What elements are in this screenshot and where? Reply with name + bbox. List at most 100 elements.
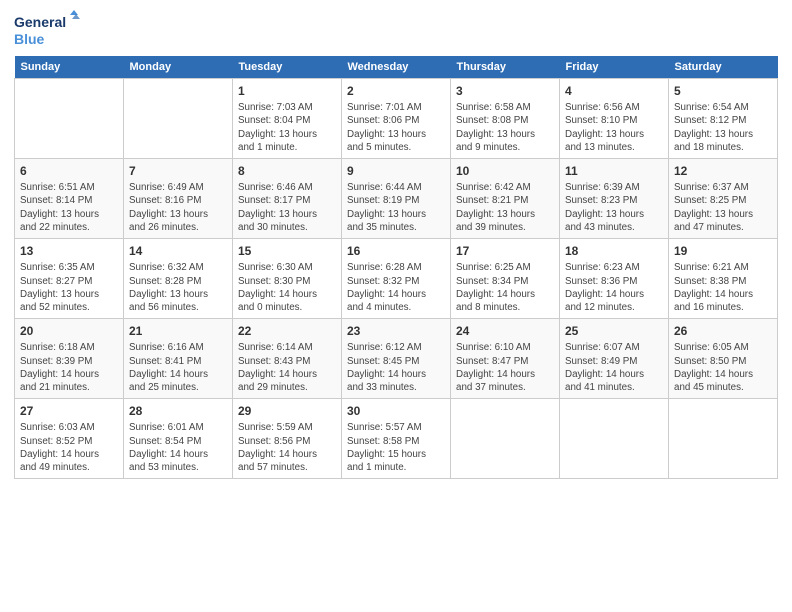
cell-info: Sunrise: 6:10 AM Sunset: 8:47 PM Dayligh… bbox=[456, 341, 554, 394]
day-number: 13 bbox=[20, 243, 118, 259]
calendar-cell: 29 Sunrise: 5:59 AM Sunset: 8:56 PM Dayli… bbox=[233, 399, 342, 479]
calendar-cell bbox=[560, 399, 669, 479]
cell-info: Sunrise: 6:14 AM Sunset: 8:43 PM Dayligh… bbox=[238, 341, 336, 394]
day-number: 17 bbox=[456, 243, 554, 259]
calendar-body: 1 Sunrise: 7:03 AM Sunset: 8:04 PM Daylig… bbox=[15, 79, 778, 479]
day-number: 18 bbox=[565, 243, 663, 259]
day-number: 3 bbox=[456, 83, 554, 99]
cell-info: Sunrise: 6:16 AM Sunset: 8:41 PM Dayligh… bbox=[129, 341, 227, 394]
calendar-cell: 1 Sunrise: 7:03 AM Sunset: 8:04 PM Daylig… bbox=[233, 79, 342, 159]
cell-info: Sunrise: 7:01 AM Sunset: 8:06 PM Dayligh… bbox=[347, 101, 445, 154]
calendar-cell: 16Sunrise: 6:28 AM Sunset: 8:32 PM Dayli… bbox=[342, 239, 451, 319]
calendar-cell: 4 Sunrise: 6:56 AM Sunset: 8:10 PM Daylig… bbox=[560, 79, 669, 159]
cell-info: Sunrise: 6:05 AM Sunset: 8:50 PM Dayligh… bbox=[674, 341, 772, 394]
cell-info: Sunrise: 7:03 AM Sunset: 8:04 PM Dayligh… bbox=[238, 101, 336, 154]
cell-info: Sunrise: 6:25 AM Sunset: 8:34 PM Dayligh… bbox=[456, 261, 554, 314]
header-cell-wednesday: Wednesday bbox=[342, 56, 451, 79]
calendar-cell: 23 Sunrise: 6:12 AM Sunset: 8:45 PM Dayli… bbox=[342, 319, 451, 399]
day-number: 6 bbox=[20, 163, 118, 179]
calendar-cell: 10 Sunrise: 6:42 AM Sunset: 8:21 PM Dayli… bbox=[451, 159, 560, 239]
cell-info: Sunrise: 6:49 AM Sunset: 8:16 PM Dayligh… bbox=[129, 181, 227, 234]
cell-info: Sunrise: 6:39 AM Sunset: 8:23 PM Dayligh… bbox=[565, 181, 663, 234]
calendar-cell: 12Sunrise: 6:37 AM Sunset: 8:25 PM Dayli… bbox=[669, 159, 778, 239]
day-number: 11 bbox=[565, 163, 663, 179]
calendar-cell: 15Sunrise: 6:30 AM Sunset: 8:30 PM Dayli… bbox=[233, 239, 342, 319]
header-cell-thursday: Thursday bbox=[451, 56, 560, 79]
cell-info: Sunrise: 6:35 AM Sunset: 8:27 PM Dayligh… bbox=[20, 261, 118, 314]
cell-info: Sunrise: 6:46 AM Sunset: 8:17 PM Dayligh… bbox=[238, 181, 336, 234]
cell-info: Sunrise: 6:58 AM Sunset: 8:08 PM Dayligh… bbox=[456, 101, 554, 154]
calendar-week-2: 6 Sunrise: 6:51 AM Sunset: 8:14 PM Daylig… bbox=[15, 159, 778, 239]
day-number: 8 bbox=[238, 163, 336, 179]
cell-info: Sunrise: 6:07 AM Sunset: 8:49 PM Dayligh… bbox=[565, 341, 663, 394]
logo-svg: General Blue bbox=[14, 10, 84, 50]
header-cell-monday: Monday bbox=[124, 56, 233, 79]
day-number: 12 bbox=[674, 163, 772, 179]
calendar-cell: 6 Sunrise: 6:51 AM Sunset: 8:14 PM Daylig… bbox=[15, 159, 124, 239]
calendar-cell: 27Sunrise: 6:03 AM Sunset: 8:52 PM Dayli… bbox=[15, 399, 124, 479]
cell-info: Sunrise: 6:12 AM Sunset: 8:45 PM Dayligh… bbox=[347, 341, 445, 394]
cell-info: Sunrise: 6:03 AM Sunset: 8:52 PM Dayligh… bbox=[20, 421, 118, 474]
calendar-cell: 18 Sunrise: 6:23 AM Sunset: 8:36 PM Dayli… bbox=[560, 239, 669, 319]
calendar-week-1: 1 Sunrise: 7:03 AM Sunset: 8:04 PM Daylig… bbox=[15, 79, 778, 159]
day-number: 20 bbox=[20, 323, 118, 339]
calendar-cell: 17 Sunrise: 6:25 AM Sunset: 8:34 PM Dayli… bbox=[451, 239, 560, 319]
calendar-cell bbox=[15, 79, 124, 159]
calendar-cell: 25 Sunrise: 6:07 AM Sunset: 8:49 PM Dayli… bbox=[560, 319, 669, 399]
calendar-cell bbox=[669, 399, 778, 479]
day-number: 19 bbox=[674, 243, 772, 259]
day-number: 24 bbox=[456, 323, 554, 339]
day-number: 21 bbox=[129, 323, 227, 339]
page-header: General Blue bbox=[14, 10, 778, 50]
day-number: 4 bbox=[565, 83, 663, 99]
day-number: 22 bbox=[238, 323, 336, 339]
cell-info: Sunrise: 6:56 AM Sunset: 8:10 PM Dayligh… bbox=[565, 101, 663, 154]
calendar-cell: 11 Sunrise: 6:39 AM Sunset: 8:23 PM Dayli… bbox=[560, 159, 669, 239]
calendar-cell: 9Sunrise: 6:44 AM Sunset: 8:19 PM Daylig… bbox=[342, 159, 451, 239]
page-container: General Blue SundayMondayTuesdayWednesda… bbox=[0, 0, 792, 489]
calendar-table: SundayMondayTuesdayWednesdayThursdayFrid… bbox=[14, 56, 778, 479]
calendar-cell: 13 Sunrise: 6:35 AM Sunset: 8:27 PM Dayli… bbox=[15, 239, 124, 319]
cell-info: Sunrise: 5:57 AM Sunset: 8:58 PM Dayligh… bbox=[347, 421, 445, 474]
day-number: 5 bbox=[674, 83, 772, 99]
day-number: 1 bbox=[238, 83, 336, 99]
calendar-cell: 24 Sunrise: 6:10 AM Sunset: 8:47 PM Dayli… bbox=[451, 319, 560, 399]
calendar-cell: 19 Sunrise: 6:21 AM Sunset: 8:38 PM Dayli… bbox=[669, 239, 778, 319]
calendar-cell: 14 Sunrise: 6:32 AM Sunset: 8:28 PM Dayli… bbox=[124, 239, 233, 319]
day-number: 29 bbox=[238, 403, 336, 419]
cell-info: Sunrise: 6:18 AM Sunset: 8:39 PM Dayligh… bbox=[20, 341, 118, 394]
cell-info: Sunrise: 6:23 AM Sunset: 8:36 PM Dayligh… bbox=[565, 261, 663, 314]
calendar-cell: 20 Sunrise: 6:18 AM Sunset: 8:39 PM Dayli… bbox=[15, 319, 124, 399]
calendar-cell: 30Sunrise: 5:57 AM Sunset: 8:58 PM Dayli… bbox=[342, 399, 451, 479]
calendar-cell: 26 Sunrise: 6:05 AM Sunset: 8:50 PM Dayli… bbox=[669, 319, 778, 399]
calendar-cell bbox=[451, 399, 560, 479]
cell-info: Sunrise: 6:30 AM Sunset: 8:30 PM Dayligh… bbox=[238, 261, 336, 314]
day-number: 26 bbox=[674, 323, 772, 339]
cell-info: Sunrise: 6:42 AM Sunset: 8:21 PM Dayligh… bbox=[456, 181, 554, 234]
calendar-week-5: 27Sunrise: 6:03 AM Sunset: 8:52 PM Dayli… bbox=[15, 399, 778, 479]
header-cell-tuesday: Tuesday bbox=[233, 56, 342, 79]
calendar-cell: 5 Sunrise: 6:54 AM Sunset: 8:12 PM Daylig… bbox=[669, 79, 778, 159]
day-number: 14 bbox=[129, 243, 227, 259]
svg-text:General: General bbox=[14, 14, 66, 30]
svg-text:Blue: Blue bbox=[14, 31, 45, 47]
cell-info: Sunrise: 6:51 AM Sunset: 8:14 PM Dayligh… bbox=[20, 181, 118, 234]
cell-info: Sunrise: 6:54 AM Sunset: 8:12 PM Dayligh… bbox=[674, 101, 772, 154]
day-number: 25 bbox=[565, 323, 663, 339]
cell-info: Sunrise: 6:21 AM Sunset: 8:38 PM Dayligh… bbox=[674, 261, 772, 314]
day-number: 2 bbox=[347, 83, 445, 99]
day-number: 10 bbox=[456, 163, 554, 179]
calendar-cell bbox=[124, 79, 233, 159]
cell-info: Sunrise: 5:59 AM Sunset: 8:56 PM Dayligh… bbox=[238, 421, 336, 474]
cell-info: Sunrise: 6:32 AM Sunset: 8:28 PM Dayligh… bbox=[129, 261, 227, 314]
day-number: 28 bbox=[129, 403, 227, 419]
day-number: 9 bbox=[347, 163, 445, 179]
calendar-header-row: SundayMondayTuesdayWednesdayThursdayFrid… bbox=[15, 56, 778, 79]
header-cell-saturday: Saturday bbox=[669, 56, 778, 79]
calendar-cell: 22 Sunrise: 6:14 AM Sunset: 8:43 PM Dayli… bbox=[233, 319, 342, 399]
calendar-week-3: 13 Sunrise: 6:35 AM Sunset: 8:27 PM Dayli… bbox=[15, 239, 778, 319]
calendar-cell: 7 Sunrise: 6:49 AM Sunset: 8:16 PM Daylig… bbox=[124, 159, 233, 239]
day-number: 23 bbox=[347, 323, 445, 339]
day-number: 16 bbox=[347, 243, 445, 259]
day-number: 7 bbox=[129, 163, 227, 179]
